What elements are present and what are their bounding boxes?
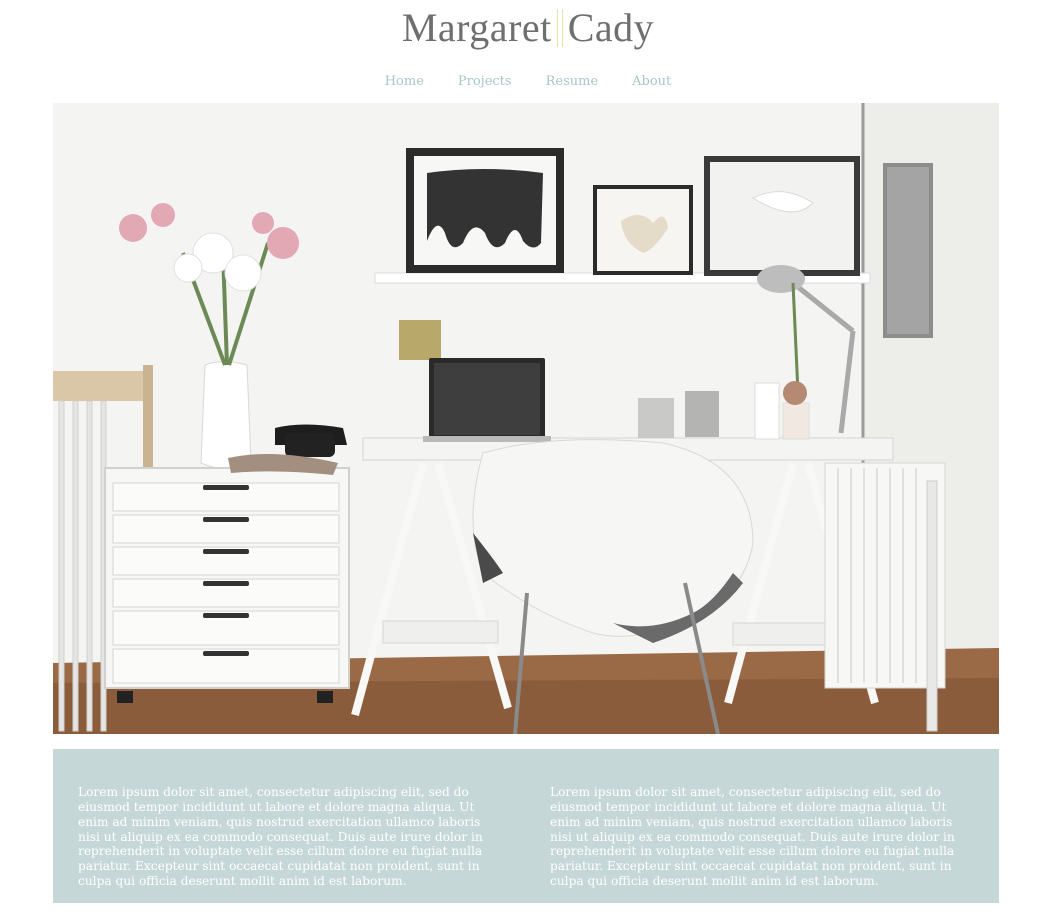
nav-resume-link[interactable]: Resume [529,74,616,89]
hero-image [53,103,999,734]
nav-about-link[interactable]: About [615,74,688,89]
logo-last-name: Cady [567,5,655,50]
logo-first-name: Margaret [401,5,552,50]
nav-home-link[interactable]: Home [368,74,441,89]
info-panel: Lorem ipsum dolor sit amet, consectetur … [53,749,999,903]
logo-divider [556,8,563,47]
info-text-left: Lorem ipsum dolor sit amet, consectetur … [78,785,483,888]
info-text-right: Lorem ipsum dolor sit amet, consectetur … [550,785,955,888]
main-nav: Home Projects Resume About [0,74,1056,89]
site-header: Margaret Cady [0,0,1056,60]
nav-projects-link[interactable]: Projects [441,74,529,89]
site-logo[interactable]: Margaret Cady [0,4,1056,51]
hero-workspace-illustration [53,103,999,734]
